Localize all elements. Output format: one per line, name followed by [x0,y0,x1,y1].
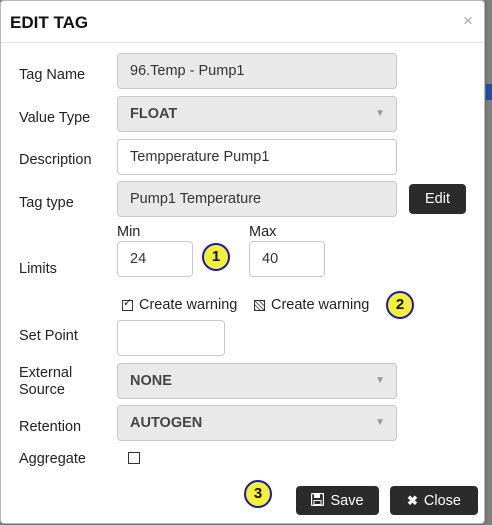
warn-min-checkbox[interactable]: ✓ [122,296,133,311]
description-field[interactable]: Tempperature Pump1 [117,139,397,175]
aggregate-label: Aggregate [19,451,86,467]
warn-max-row[interactable]: Create warning [254,297,369,313]
external-source-label-line1: External [19,365,73,381]
close-icon[interactable]: × [463,11,473,31]
warn-max-label: Create warning [271,297,370,313]
value-type-select[interactable]: FLOAT ▼ [117,96,397,132]
dialog-title: EDIT TAG [10,13,89,32]
external-source-value: NONE [130,373,172,389]
tag-type-label: Tag type [19,195,74,211]
save-label: Save [330,492,364,509]
min-label: Min [117,224,141,240]
backdrop [485,0,492,525]
set-point-input[interactable] [117,320,225,356]
value-type-label: Value Type [19,110,91,126]
warn-min-row[interactable]: ✓ Create warning [122,297,237,313]
edit-tag-dialog: EDIT TAG × Tag Name 96.Temp - Pump1 Valu… [0,0,485,524]
header-divider [1,42,484,43]
set-point-label: Set Point [19,328,78,344]
retention-select[interactable]: AUTOGEN ▼ [117,405,397,441]
external-source-select[interactable]: NONE ▼ [117,363,397,399]
chevron-down-icon: ▼ [375,417,385,428]
save-button[interactable]: Save [296,486,379,515]
close-button[interactable]: ✖ Close [390,486,478,515]
tag-type-field[interactable]: Pump1 Temperature [117,181,397,217]
max-label: Max [249,224,277,240]
description-label: Description [19,152,92,168]
tag-name-label: Tag Name [19,67,86,83]
callout-2: 2 [386,291,414,319]
chevron-down-icon: ▼ [375,375,385,386]
backdrop-accent [486,84,492,100]
retention-value: AUTOGEN [130,415,203,431]
max-input[interactable]: 40 [249,241,325,277]
checkmark-icon: ✓ [123,296,133,309]
external-source-label: External Source [19,365,72,399]
callout-1: 1 [202,243,230,271]
warn-min-label: Create warning [139,297,238,313]
close-label: Close [423,492,461,509]
external-source-label-line2: Source [19,382,65,398]
edit-tag-type-button[interactable]: Edit [409,184,466,214]
aggregate-checkbox[interactable] [128,452,140,464]
retention-label: Retention [19,419,82,435]
value-type-value: FLOAT [130,106,178,122]
warn-max-checkbox[interactable] [254,299,265,311]
limits-label: Limits [19,261,57,277]
floppy-disk-icon [311,492,325,509]
callout-3: 3 [244,480,272,508]
chevron-down-icon: ▼ [375,108,385,119]
x-icon: ✖ [407,492,418,508]
tag-name-field[interactable]: 96.Temp - Pump1 [117,53,397,89]
min-input[interactable]: 24 [117,241,193,277]
